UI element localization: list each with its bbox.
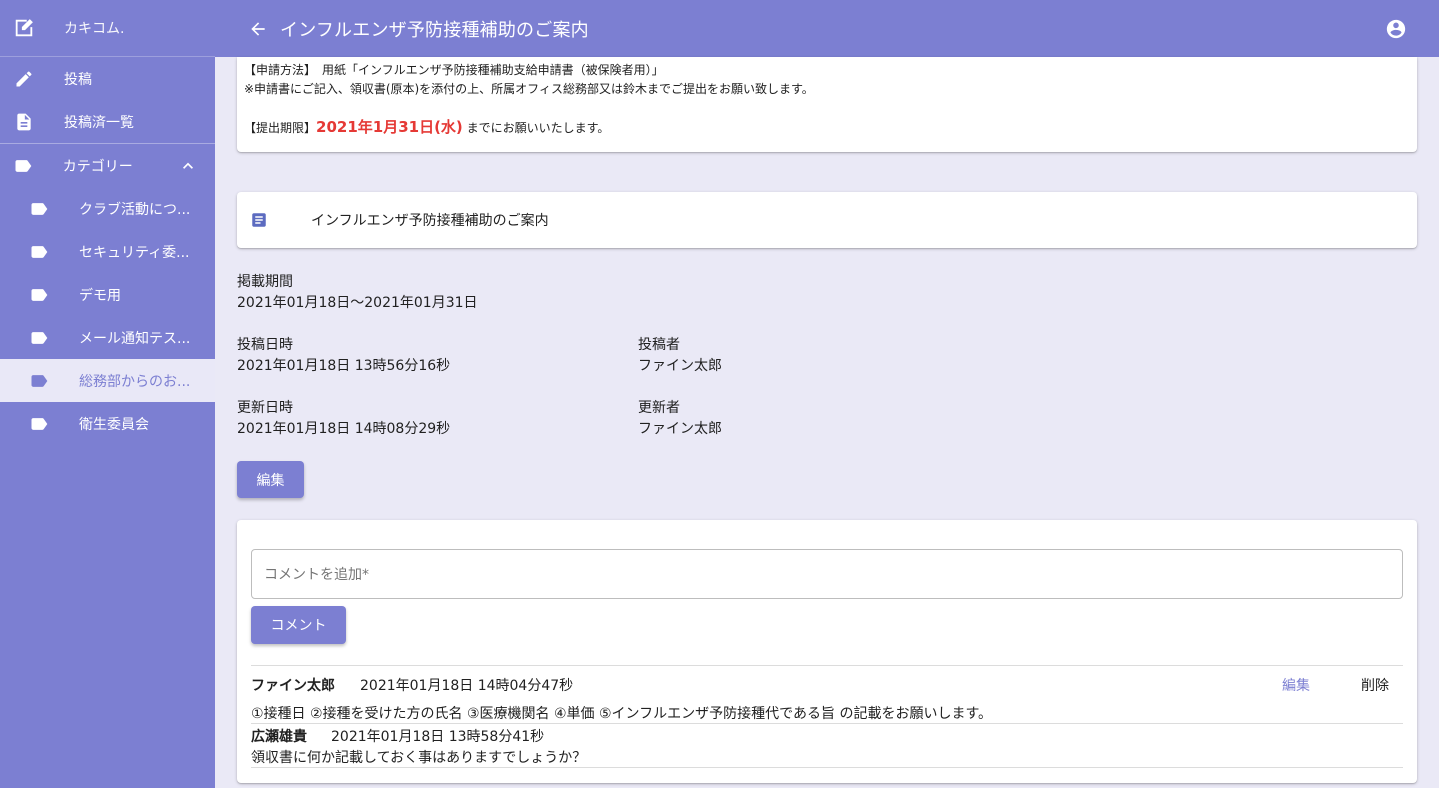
updated-at-value: 2021年01月18日 14時08分29秒 (237, 421, 451, 437)
label-icon (27, 369, 51, 393)
comment-date: 2021年01月18日 14時04分47秒 (360, 678, 574, 694)
category-label: セキュリティ委... (79, 244, 190, 261)
posted-at-value: 2021年01月18日 13時56分16秒 (237, 358, 451, 374)
category-label: クラブ活動につ... (79, 201, 191, 218)
comment-body: ①接種日 ②接種を受けた方の氏名 ③医療機関名 ④単価 ⑤インフルエンザ予防接種… (251, 706, 993, 722)
sidebar-category-general-affairs[interactable]: 総務部からのお... (0, 359, 215, 402)
category-label: 総務部からのお... (79, 373, 191, 390)
page-title: インフルエンザ予防接種補助のご案内 (280, 19, 589, 41)
period-value: 2021年01月18日〜2021年01月31日 (237, 295, 478, 311)
updater-label: 更新者 (638, 400, 680, 416)
comment-body: 領収書に何か記載しておく事はありますでしょうか？ (251, 750, 587, 766)
label-icon (27, 197, 51, 221)
comment-date: 2021年01月18日 13時58分41秒 (331, 729, 545, 745)
label-icon (12, 154, 35, 178)
document-icon (12, 110, 36, 134)
deadline-line: 【提出期限】2021年1月31日(水) までにお願いいたします。 (244, 118, 1417, 138)
sidebar-item-category[interactable]: カテゴリー (0, 144, 215, 187)
sidebar-category-club[interactable]: クラブ活動につ... (0, 187, 215, 230)
category-label: 衛生委員会 (79, 416, 149, 433)
sidebar-item-posted-list[interactable]: 投稿済一覧 (0, 100, 215, 143)
edit-comment-button[interactable]: 編集 (1282, 675, 1310, 695)
delete-comment-button[interactable]: 削除 (1361, 675, 1389, 695)
period-label: 掲載期間 (237, 274, 293, 290)
sidebar-item-label: 投稿 (64, 71, 92, 88)
updated-at-label: 更新日時 (237, 400, 293, 416)
updater-value: ファイン太郎 (638, 421, 722, 437)
deadline-suffix: までにお願いいたします。 (462, 121, 610, 135)
sidebar: カキコム. 投稿 投稿済一覧 カテゴリー クラブ活動につ... セキュリティ委.… (0, 0, 215, 788)
category-label: デモ用 (79, 287, 121, 304)
label-icon (27, 283, 51, 307)
sidebar-item-label: 投稿済一覧 (64, 114, 134, 131)
comment-divider (251, 665, 1403, 666)
label-icon (27, 240, 51, 264)
edit-note-icon (12, 16, 36, 40)
label-icon (27, 412, 51, 436)
comment-input[interactable]: コメントを追加* (251, 549, 1403, 599)
application-note: ※申請書にご記入、領収書(原本)を添付の上、所属オフィス総務部又は鈴木までご提出… (244, 82, 814, 96)
label-icon (27, 326, 51, 350)
poster-value: ファイン太郎 (638, 358, 722, 374)
comments-card: コメントを追加* コメント ファイン太郎 2021年01月18日 14時04分4… (237, 520, 1417, 783)
post-body-card: 【申請方法】 用紙「インフルエンザ予防接種補助支給申請書（被保険者用）」 ※申請… (237, 57, 1417, 152)
sidebar-category-mail-test[interactable]: メール通知テス... (0, 316, 215, 359)
pencil-icon (12, 67, 36, 91)
comment-author: ファイン太郎 (251, 678, 335, 694)
application-method: 【申請方法】 用紙「インフルエンザ予防接種補助支給申請書（被保険者用）」 (244, 63, 664, 77)
sidebar-item-post[interactable]: 投稿 (0, 57, 215, 100)
deadline-label: 【提出期限】 (244, 121, 317, 135)
account-circle-icon[interactable] (1384, 17, 1408, 41)
comment-divider (251, 723, 1403, 724)
article-icon (247, 208, 271, 232)
sidebar-item-label: カテゴリー (62, 158, 133, 175)
chevron-up-icon[interactable] (176, 154, 199, 178)
category-label: メール通知テス... (79, 330, 191, 347)
deadline-date: 2021年1月31日(水) (316, 118, 463, 136)
submit-comment-button[interactable]: コメント (251, 606, 346, 644)
brand-name: カキコム. (64, 21, 125, 37)
poster-label: 投稿者 (638, 337, 680, 353)
sidebar-category-health[interactable]: 衛生委員会 (0, 402, 215, 445)
app-bar: インフルエンザ予防接種補助のご案内 (215, 0, 1439, 57)
comment-author: 広瀬雄貴 (251, 729, 307, 745)
sidebar-category-security[interactable]: セキュリティ委... (0, 230, 215, 273)
post-title-card: インフルエンザ予防接種補助のご案内 (237, 192, 1417, 248)
post-title: インフルエンザ予防接種補助のご案内 (311, 213, 549, 229)
brand[interactable]: カキコム. (0, 0, 215, 57)
sidebar-category-demo[interactable]: デモ用 (0, 273, 215, 316)
comment-divider (251, 767, 1403, 768)
main-content: 【申請方法】 用紙「インフルエンザ予防接種補助支給申請書（被保険者用）」 ※申請… (215, 57, 1439, 788)
arrow-back-icon[interactable] (246, 17, 270, 41)
posted-at-label: 投稿日時 (237, 337, 293, 353)
edit-post-button[interactable]: 編集 (237, 461, 304, 498)
